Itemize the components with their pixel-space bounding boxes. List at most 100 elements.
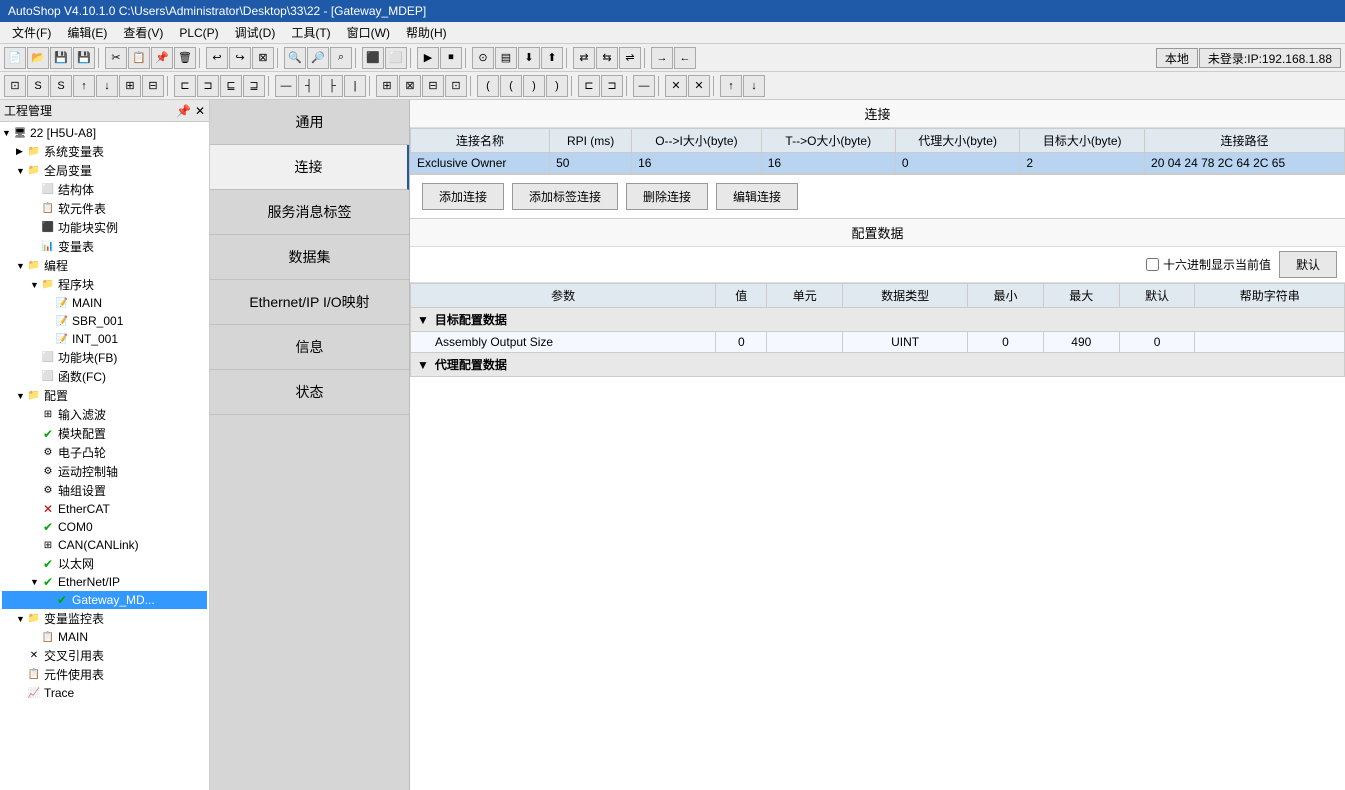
tb2-2[interactable]: S bbox=[27, 75, 49, 97]
tb2-27[interactable]: ✕ bbox=[665, 75, 687, 97]
tb-compile2[interactable]: ⬜ bbox=[385, 47, 407, 69]
tree-crossref[interactable]: ▶ ✕ 交叉引用表 bbox=[2, 646, 207, 665]
tree-ethercat[interactable]: ▶ ✕ EtherCAT bbox=[2, 500, 207, 518]
tb-compile[interactable]: ⬛ bbox=[362, 47, 384, 69]
nav-connection[interactable]: 连接 bbox=[210, 145, 409, 190]
tree-sysvar[interactable]: ▶ 📁 系统变量表 bbox=[2, 142, 207, 161]
tb2-18[interactable]: ⊟ bbox=[422, 75, 444, 97]
sysvar-arrow[interactable]: ▶ bbox=[16, 146, 26, 157]
tb2-29[interactable]: ↑ bbox=[720, 75, 742, 97]
config-arrow[interactable]: ▼ bbox=[16, 391, 26, 401]
cfg-cell-value[interactable]: 0 bbox=[716, 332, 767, 353]
tb2-16[interactable]: ⊞ bbox=[376, 75, 398, 97]
tree-ethernetip[interactable]: ▼ ✔ EtherNet/IP bbox=[2, 573, 207, 591]
tree-vartable[interactable]: ▶ 📊 变量表 bbox=[2, 237, 207, 256]
tree-fc[interactable]: ▶ ⬜ 函数(FC) bbox=[2, 367, 207, 386]
hex-checkbox-label[interactable]: 十六进制显示当前值 bbox=[1146, 256, 1271, 273]
menu-edit[interactable]: 编辑(E) bbox=[59, 22, 115, 43]
tree-motion-axis[interactable]: ▶ ⚙ 运动控制轴 bbox=[2, 462, 207, 481]
tb2-1[interactable]: ⊡ bbox=[4, 75, 26, 97]
menu-tools[interactable]: 工具(T) bbox=[283, 22, 338, 43]
tree-component-use[interactable]: ▶ 📋 元件使用表 bbox=[2, 665, 207, 684]
tb-io[interactable]: ⇄ bbox=[573, 47, 595, 69]
tree-vm-main[interactable]: ▶ 📋 MAIN bbox=[2, 628, 207, 646]
conn-table-row[interactable]: Exclusive Owner 50 16 16 0 2 20 04 24 78… bbox=[411, 153, 1345, 174]
tb2-26[interactable]: — bbox=[633, 75, 655, 97]
tb-paste[interactable]: 📌 bbox=[151, 47, 173, 69]
tb2-22[interactable]: ) bbox=[523, 75, 545, 97]
tree-cam[interactable]: ▶ ⚙ 电子凸轮 bbox=[2, 443, 207, 462]
menu-window[interactable]: 窗口(W) bbox=[339, 22, 398, 43]
eip-arrow[interactable]: ▼ bbox=[30, 577, 40, 587]
tb-upload[interactable]: ⬆ bbox=[541, 47, 563, 69]
tb2-14[interactable]: ├ bbox=[321, 75, 343, 97]
tree-softtable[interactable]: ▶ 📋 软元件表 bbox=[2, 199, 207, 218]
tree-input-filter[interactable]: ▶ ⊞ 输入滤波 bbox=[2, 405, 207, 424]
delete-conn-button[interactable]: 删除连接 bbox=[626, 183, 708, 210]
project-close-btn[interactable]: ✕ bbox=[195, 104, 205, 118]
tb2-4[interactable]: ↑ bbox=[73, 75, 95, 97]
tree-axis-group[interactable]: ▶ ⚙ 轴组设置 bbox=[2, 481, 207, 500]
tb-misc1[interactable]: → bbox=[651, 47, 673, 69]
tb2-12[interactable]: — bbox=[275, 75, 297, 97]
tb-delete[interactable]: 🗑 bbox=[174, 47, 196, 69]
tb2-9[interactable]: ⊐ bbox=[197, 75, 219, 97]
login-button[interactable]: 未登录:IP:192.168.1.88 bbox=[1199, 48, 1341, 68]
tb2-10[interactable]: ⊑ bbox=[220, 75, 242, 97]
tb2-13[interactable]: ┤ bbox=[298, 75, 320, 97]
tree-fb[interactable]: ▶ ⬜ 功能块(FB) bbox=[2, 348, 207, 367]
tb2-7[interactable]: ⊟ bbox=[142, 75, 164, 97]
tree-root[interactable]: ▼ 🖥 22 [H5U-A8] bbox=[2, 124, 207, 142]
tree-progblock[interactable]: ▼ 📁 程序块 bbox=[2, 275, 207, 294]
nav-general[interactable]: 通用 bbox=[210, 100, 409, 145]
tree-struct[interactable]: ▶ ⬜ 结构体 bbox=[2, 180, 207, 199]
tb2-17[interactable]: ⊠ bbox=[399, 75, 421, 97]
tb-copy[interactable]: 📋 bbox=[128, 47, 150, 69]
tb-clear[interactable]: ⊠ bbox=[252, 47, 274, 69]
tree-canlink[interactable]: ▶ ⊞ CAN(CANLink) bbox=[2, 536, 207, 554]
tb-save2[interactable]: 💾 bbox=[73, 47, 95, 69]
tb2-30[interactable]: ↓ bbox=[743, 75, 765, 97]
tb2-3[interactable]: S bbox=[50, 75, 72, 97]
tree-varmonitor[interactable]: ▼ 📁 变量监控表 bbox=[2, 609, 207, 628]
tb2-11[interactable]: ⊒ bbox=[243, 75, 265, 97]
menu-view[interactable]: 查看(V) bbox=[115, 22, 171, 43]
tb-search[interactable]: 🔍 bbox=[284, 47, 306, 69]
menu-debug[interactable]: 调试(D) bbox=[227, 22, 284, 43]
tree-int001[interactable]: ▶ 📝 INT_001 bbox=[2, 330, 207, 348]
edit-conn-button[interactable]: 编辑连接 bbox=[716, 183, 798, 210]
hex-checkbox-input[interactable] bbox=[1146, 258, 1159, 271]
config-group-row[interactable]: ▼目标配置数据 bbox=[411, 308, 1345, 332]
tb-search2[interactable]: 🔎 bbox=[307, 47, 329, 69]
tree-prog[interactable]: ▼ 📁 编程 bbox=[2, 256, 207, 275]
config-group-row[interactable]: ▼代理配置数据 bbox=[411, 353, 1345, 377]
tb-save[interactable]: 💾 bbox=[50, 47, 72, 69]
menu-plc[interactable]: PLC(P) bbox=[171, 24, 226, 42]
default-button[interactable]: 默认 bbox=[1279, 251, 1337, 278]
menu-file[interactable]: 文件(F) bbox=[4, 22, 59, 43]
tb-search3[interactable]: ⌕ bbox=[330, 47, 352, 69]
tb2-6[interactable]: ⊞ bbox=[119, 75, 141, 97]
nav-dataset[interactable]: 数据集 bbox=[210, 235, 409, 280]
vm-arrow[interactable]: ▼ bbox=[16, 614, 26, 624]
tree-fbinstance[interactable]: ▶ ⬛ 功能块实例 bbox=[2, 218, 207, 237]
nav-info[interactable]: 信息 bbox=[210, 325, 409, 370]
nav-io-map[interactable]: Ethernet/IP I/O映射 bbox=[210, 280, 409, 325]
tb2-23[interactable]: ) bbox=[546, 75, 568, 97]
tb-new[interactable]: 📄 bbox=[4, 47, 26, 69]
nav-status[interactable]: 状态 bbox=[210, 370, 409, 415]
tb-stop[interactable]: ⏹ bbox=[440, 47, 462, 69]
tree-config[interactable]: ▼ 📁 配置 bbox=[2, 386, 207, 405]
tb-cut[interactable]: ✂ bbox=[105, 47, 127, 69]
tb-io2[interactable]: ⇆ bbox=[596, 47, 618, 69]
tree-ethernet[interactable]: ▶ ✔ 以太网 bbox=[2, 554, 207, 573]
tb2-21[interactable]: ( bbox=[500, 75, 522, 97]
tb-redo[interactable]: ↪ bbox=[229, 47, 251, 69]
tb-online[interactable]: ▤ bbox=[495, 47, 517, 69]
config-data-row[interactable]: Assembly Output Size 0 UINT 0 490 0 bbox=[411, 332, 1345, 353]
tb-download[interactable]: ⬇ bbox=[518, 47, 540, 69]
tb2-28[interactable]: ✕ bbox=[688, 75, 710, 97]
tb-run[interactable]: ▶ bbox=[417, 47, 439, 69]
local-button[interactable]: 本地 bbox=[1156, 48, 1198, 68]
tb2-15[interactable]: | bbox=[344, 75, 366, 97]
